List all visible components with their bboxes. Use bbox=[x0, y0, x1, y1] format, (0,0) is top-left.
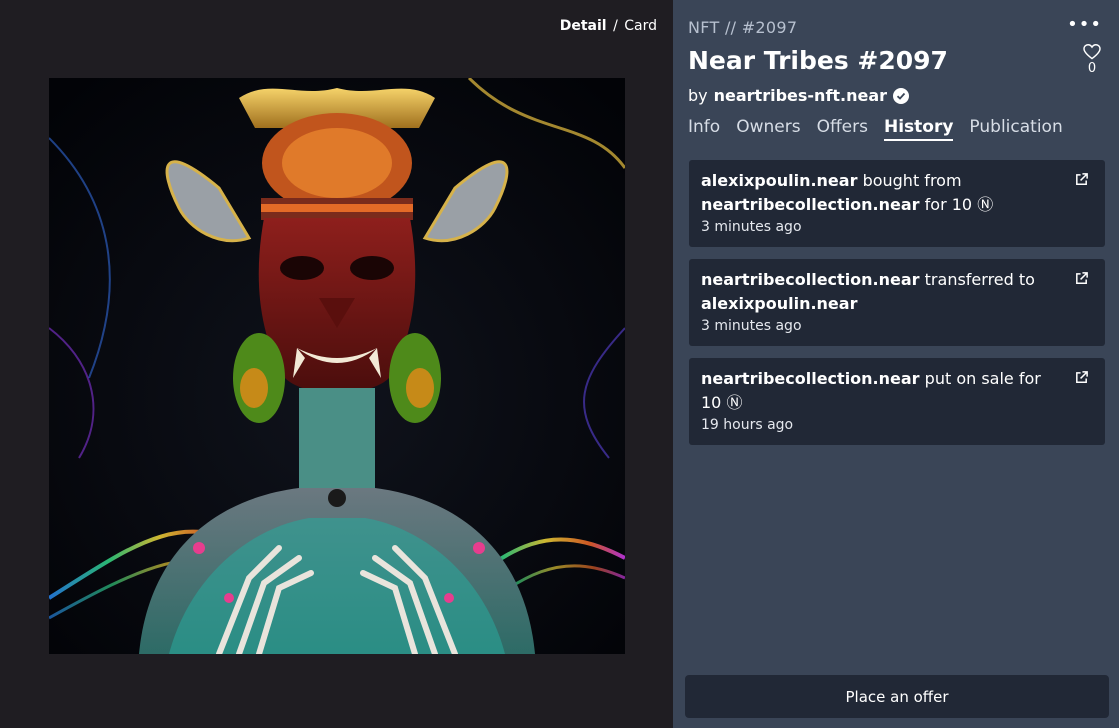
artwork-panel: Detail / Card bbox=[0, 0, 673, 728]
tab-offers[interactable]: Offers bbox=[817, 117, 868, 141]
more-dots-icon[interactable]: ••• bbox=[1067, 16, 1102, 34]
history-time: 19 hours ago bbox=[701, 417, 794, 433]
view-card-toggle[interactable]: Card bbox=[624, 18, 657, 34]
nft-artwork-image[interactable] bbox=[49, 78, 625, 654]
history-target-link[interactable]: neartribecollection.near bbox=[701, 195, 920, 214]
tab-info[interactable]: Info bbox=[688, 117, 720, 141]
view-toggle: Detail / Card bbox=[560, 18, 657, 34]
history-item: neartribecollection.near put on sale for… bbox=[689, 358, 1105, 445]
external-link-icon[interactable] bbox=[1074, 370, 1089, 389]
history-suffix: for 10 bbox=[924, 195, 973, 214]
history-actor-link[interactable]: neartribecollection.near bbox=[701, 270, 920, 289]
history-time: 3 minutes ago bbox=[701, 318, 802, 334]
by-prefix: by bbox=[688, 86, 708, 105]
history-target-link[interactable]: alexixpoulin.near bbox=[701, 294, 857, 313]
history-actor-link[interactable]: alexixpoulin.near bbox=[701, 171, 857, 190]
near-currency-icon: Ⓝ bbox=[977, 195, 994, 214]
history-item-text: neartribecollection.near transferred to … bbox=[701, 268, 1061, 316]
external-link-icon[interactable] bbox=[1074, 172, 1089, 191]
view-detail-toggle[interactable]: Detail bbox=[560, 18, 607, 34]
verified-badge-icon bbox=[893, 87, 910, 104]
tab-history[interactable]: History bbox=[883, 117, 954, 141]
like-button[interactable]: 0 bbox=[1081, 44, 1103, 76]
nft-id-label: NFT // #2097 bbox=[688, 18, 798, 37]
creator-byline: by neartribes-nft.near bbox=[688, 86, 910, 105]
view-toggle-separator: / bbox=[613, 18, 618, 34]
tab-publication[interactable]: Publication bbox=[969, 117, 1062, 141]
place-offer-button[interactable]: Place an offer bbox=[685, 675, 1109, 718]
detail-tabs: Info Owners Offers History Publication bbox=[688, 117, 1063, 141]
history-actor-link[interactable]: neartribecollection.near bbox=[701, 369, 920, 388]
history-item-text: neartribecollection.near put on sale for… bbox=[701, 367, 1061, 415]
tab-owners[interactable]: Owners bbox=[736, 117, 800, 141]
like-count: 0 bbox=[1087, 61, 1097, 76]
near-currency-icon: Ⓝ bbox=[726, 393, 743, 412]
history-action: bought from bbox=[862, 171, 962, 190]
history-action: transferred to bbox=[924, 270, 1035, 289]
history-item-text: alexixpoulin.near bought from neartribec… bbox=[701, 169, 1061, 217]
history-time: 3 minutes ago bbox=[701, 219, 802, 235]
history-item: neartribecollection.near transferred to … bbox=[689, 259, 1105, 346]
history-list: alexixpoulin.near bought from neartribec… bbox=[689, 160, 1105, 457]
nft-artwork-illustration bbox=[49, 78, 625, 654]
creator-link[interactable]: neartribes-nft.near bbox=[714, 86, 887, 105]
details-panel: NFT // #2097 ••• 0 Near Tribes #2097 by … bbox=[673, 0, 1119, 728]
external-link-icon[interactable] bbox=[1074, 271, 1089, 290]
nft-title: Near Tribes #2097 bbox=[688, 46, 948, 75]
heart-icon bbox=[1083, 44, 1101, 60]
history-item: alexixpoulin.near bought from neartribec… bbox=[689, 160, 1105, 247]
